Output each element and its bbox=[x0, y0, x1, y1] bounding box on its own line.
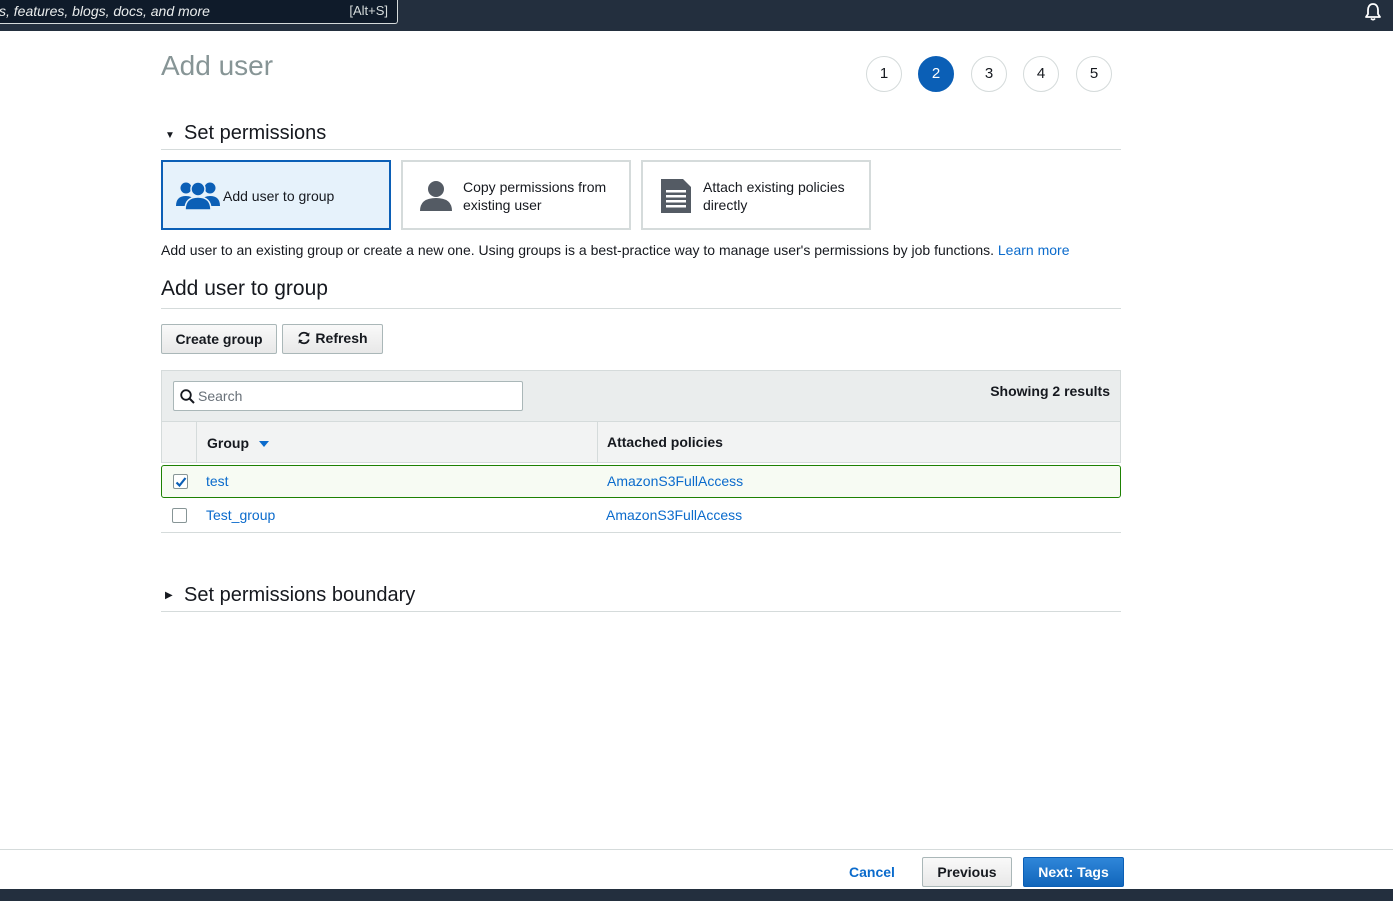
policy-link[interactable]: AmazonS3FullAccess bbox=[606, 507, 742, 523]
step-5[interactable]: 5 bbox=[1076, 56, 1112, 92]
column-header-policies[interactable]: Attached policies bbox=[607, 422, 723, 462]
checkmark-icon bbox=[175, 477, 187, 488]
set-permissions-heading: Set permissions bbox=[184, 122, 327, 144]
option-add-user-to-group[interactable]: Add user to group bbox=[161, 160, 391, 230]
option-label-line2: directly bbox=[703, 197, 748, 213]
policy-link[interactable]: AmazonS3FullAccess bbox=[607, 473, 743, 489]
option-copy-permissions[interactable]: Copy permissions from existing user bbox=[401, 160, 631, 230]
add-user-to-group-heading: Add user to group bbox=[161, 277, 1121, 309]
option-label: Attach existing policies bbox=[703, 179, 845, 195]
search-icon bbox=[180, 389, 195, 409]
previous-button[interactable]: Previous bbox=[922, 857, 1012, 887]
results-count: Showing 2 results bbox=[990, 383, 1110, 399]
option-attach-policies[interactable]: Attach existing policies directly bbox=[641, 160, 871, 230]
caret-right-icon: ▶ bbox=[165, 590, 173, 601]
bell-icon[interactable] bbox=[1363, 2, 1383, 22]
permissions-description: Add user to an existing group or create … bbox=[161, 242, 1069, 258]
option-label-line2: existing user bbox=[463, 197, 542, 213]
top-navigation-bar: s, features, blogs, docs, and more [Alt+… bbox=[0, 0, 1393, 31]
description-text: Add user to an existing group or create … bbox=[161, 242, 994, 258]
step-1[interactable]: 1 bbox=[866, 56, 902, 92]
table-header: Group Attached policies bbox=[161, 422, 1121, 463]
group-link[interactable]: test bbox=[206, 473, 229, 489]
permissions-boundary-heading: Set permissions boundary bbox=[184, 584, 416, 606]
table-row[interactable]: test AmazonS3FullAccess bbox=[161, 465, 1121, 498]
next-tags-button[interactable]: Next: Tags bbox=[1023, 857, 1124, 887]
group-link[interactable]: Test_group bbox=[206, 507, 275, 523]
create-group-button[interactable]: Create group bbox=[161, 324, 277, 354]
column-header-group[interactable]: Group bbox=[207, 422, 269, 462]
global-search-placeholder: s, features, blogs, docs, and more bbox=[0, 3, 210, 19]
table-row[interactable]: Test_group AmazonS3FullAccess bbox=[161, 499, 1121, 533]
search-shortcut-hint: [Alt+S] bbox=[349, 3, 388, 18]
column-label: Group bbox=[207, 435, 249, 451]
global-search-field[interactable]: s, features, blogs, docs, and more [Alt+… bbox=[0, 0, 398, 24]
table-toolbar: Showing 2 results bbox=[161, 370, 1121, 422]
step-4[interactable]: 4 bbox=[1023, 56, 1059, 92]
learn-more-link[interactable]: Learn more bbox=[998, 242, 1070, 258]
row-checkbox[interactable] bbox=[173, 474, 188, 489]
sort-down-icon bbox=[258, 422, 269, 462]
table-search[interactable] bbox=[173, 381, 523, 411]
row-checkbox[interactable] bbox=[172, 508, 187, 523]
step-3[interactable]: 3 bbox=[971, 56, 1007, 92]
create-group-label: Create group bbox=[175, 331, 263, 347]
user-icon bbox=[419, 180, 453, 217]
footer-divider bbox=[0, 849, 1393, 850]
search-input[interactable] bbox=[198, 386, 518, 406]
option-label: Add user to group bbox=[223, 188, 335, 204]
step-2[interactable]: 2 bbox=[918, 56, 954, 92]
users-icon bbox=[175, 179, 221, 216]
caret-down-icon: ▼ bbox=[165, 130, 175, 141]
refresh-button[interactable]: Refresh bbox=[282, 324, 383, 354]
column-divider bbox=[597, 422, 598, 462]
permissions-boundary-header[interactable]: ▶ Set permissions boundary bbox=[161, 581, 1121, 612]
option-label: Copy permissions from bbox=[463, 179, 607, 195]
bottom-bar bbox=[0, 889, 1393, 901]
cancel-button[interactable]: Cancel bbox=[849, 864, 895, 880]
refresh-label: Refresh bbox=[315, 330, 368, 346]
refresh-icon bbox=[297, 331, 311, 348]
page-title: Add user bbox=[161, 50, 274, 81]
document-icon bbox=[661, 179, 691, 218]
column-divider bbox=[196, 422, 197, 462]
set-permissions-header[interactable]: ▼ Set permissions bbox=[161, 120, 1121, 150]
